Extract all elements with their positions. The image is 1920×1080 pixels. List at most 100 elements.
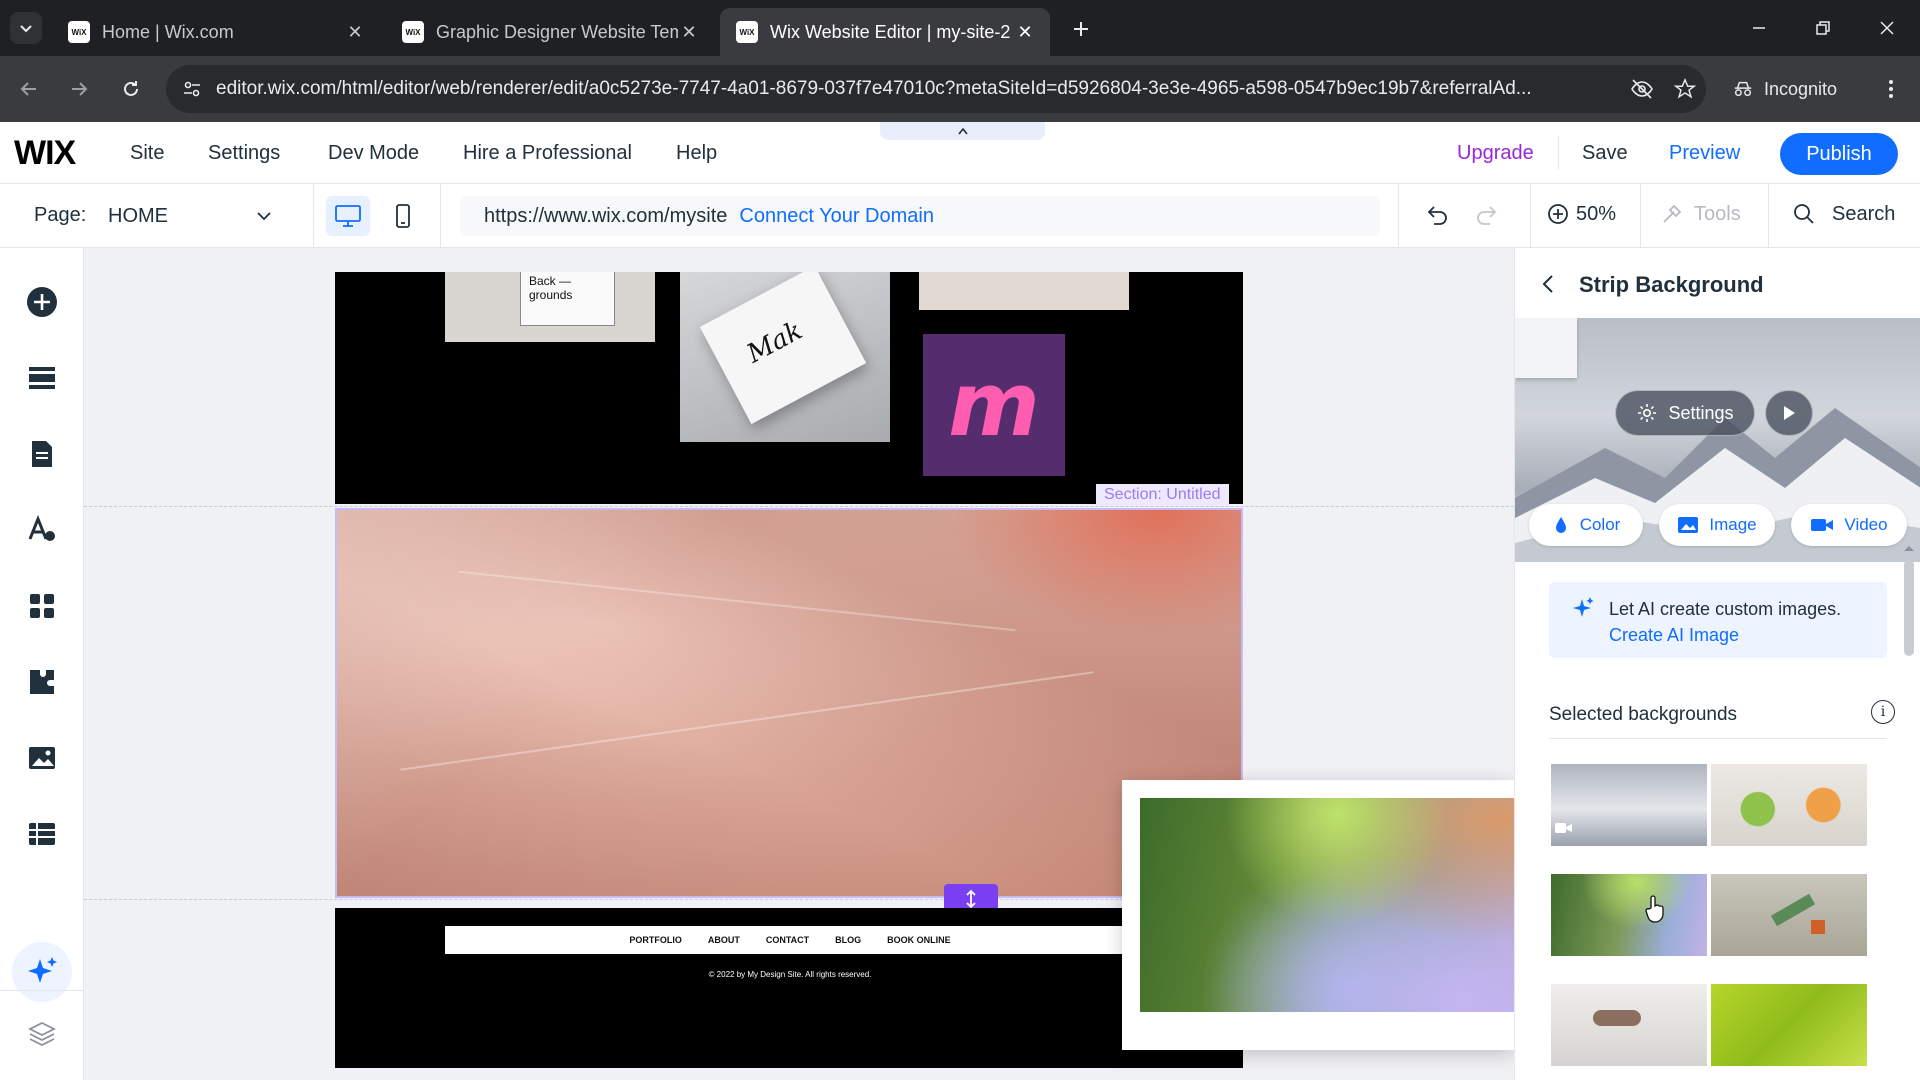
current-background-preview[interactable]: Settings Color Image Video bbox=[1515, 318, 1920, 562]
media-button[interactable] bbox=[22, 738, 62, 778]
background-settings-button[interactable]: Settings bbox=[1615, 390, 1755, 436]
connect-domain-link[interactable]: Connect Your Domain bbox=[739, 205, 934, 228]
panel-scrollbar[interactable] bbox=[1904, 560, 1914, 656]
ai-assistant-button[interactable] bbox=[12, 942, 72, 1002]
background-thumb-gradient-hovered[interactable] bbox=[1551, 874, 1707, 956]
footer-copyright: © 2022 by My Design Site. All rights res… bbox=[708, 970, 872, 979]
url-text: editor.wix.com/html/editor/web/renderer/… bbox=[216, 78, 1532, 99]
menu-settings[interactable]: Settings bbox=[208, 142, 280, 165]
sparkle-icon bbox=[1573, 597, 1594, 617]
minimize-button[interactable] bbox=[1728, 0, 1790, 56]
browser-address-bar: editor.wix.com/html/editor/web/renderer/… bbox=[0, 56, 1920, 122]
logo-tile[interactable]: m bbox=[923, 334, 1065, 476]
wix-logo[interactable]: WIX bbox=[14, 134, 76, 173]
background-preview-image bbox=[1140, 798, 1514, 1012]
scroll-up-arrow[interactable] bbox=[1903, 544, 1915, 552]
footer-nav-item[interactable]: BLOG bbox=[835, 935, 861, 945]
address-input[interactable]: editor.wix.com/html/editor/web/renderer/… bbox=[166, 65, 1706, 113]
background-thumb-green-glass[interactable] bbox=[1711, 984, 1867, 1066]
mockup-stationery[interactable] bbox=[919, 272, 1129, 310]
preview-button[interactable]: Preview bbox=[1669, 142, 1740, 165]
image-label: Image bbox=[1709, 515, 1757, 534]
divider bbox=[1640, 184, 1641, 248]
business-apps-button[interactable] bbox=[22, 662, 62, 702]
background-thumb-objects[interactable] bbox=[1711, 874, 1867, 956]
browser-tab-editor[interactable]: WiX Wix Website Editor | my-site-2 ✕ bbox=[720, 8, 1050, 56]
menu-dev-mode[interactable]: Dev Mode bbox=[328, 142, 419, 165]
footer-nav-item[interactable]: ABOUT bbox=[708, 935, 740, 945]
background-thumb-sleeper[interactable] bbox=[1551, 984, 1707, 1066]
sections-button[interactable] bbox=[22, 358, 62, 398]
zoom-button[interactable]: 50% bbox=[1546, 202, 1616, 226]
footer-section[interactable]: PORTFOLIO ABOUT CONTACT BLOG BOOK ONLINE… bbox=[335, 908, 1243, 1068]
apps-grid-icon bbox=[30, 594, 54, 618]
footer-nav-item[interactable]: CONTACT bbox=[766, 935, 809, 945]
theme-button[interactable] bbox=[22, 510, 62, 550]
section-name-label[interactable]: Section: Untitled bbox=[1096, 484, 1229, 506]
selected-backgrounds-heading: Selected backgrounds bbox=[1549, 704, 1738, 725]
publish-button[interactable]: Publish bbox=[1780, 133, 1898, 175]
site-settings-icon[interactable] bbox=[182, 79, 202, 99]
collapse-top-bar-handle[interactable] bbox=[880, 122, 1045, 140]
tab-search-button[interactable] bbox=[10, 12, 42, 44]
footer-nav-item[interactable]: PORTFOLIO bbox=[629, 935, 682, 945]
tools-button[interactable]: Tools bbox=[1660, 202, 1741, 226]
page-selector[interactable]: HOME bbox=[104, 196, 276, 236]
redo-button[interactable] bbox=[1474, 202, 1500, 228]
apps-button[interactable] bbox=[22, 586, 62, 626]
create-ai-image-link[interactable]: Create AI Image bbox=[1609, 625, 1739, 645]
object-shape bbox=[1593, 1010, 1641, 1026]
pages-button[interactable] bbox=[22, 434, 62, 474]
search-button[interactable]: Search bbox=[1792, 202, 1895, 226]
browser-tab-home[interactable]: WiX Home | Wix.com ✕ bbox=[52, 8, 380, 56]
video-label: Video bbox=[1844, 515, 1888, 534]
new-tab-button[interactable] bbox=[1066, 14, 1096, 44]
undo-button[interactable] bbox=[1424, 202, 1450, 228]
tools-label: Tools bbox=[1694, 202, 1741, 225]
cms-button[interactable] bbox=[22, 814, 62, 854]
back-button[interactable] bbox=[1541, 274, 1555, 294]
save-button[interactable]: Save bbox=[1582, 142, 1628, 165]
browser-tab-templates[interactable]: WiX Graphic Designer Website Temp ✕ bbox=[386, 8, 714, 56]
add-elements-button[interactable] bbox=[22, 282, 62, 322]
background-thumb-mountains[interactable] bbox=[1551, 764, 1707, 846]
zoom-in-icon bbox=[1548, 204, 1568, 224]
close-icon[interactable]: ✕ bbox=[1014, 21, 1036, 43]
eye-off-icon[interactable] bbox=[1630, 77, 1654, 101]
page-label: Page: bbox=[34, 204, 87, 226]
image-background-button[interactable]: Image bbox=[1659, 504, 1775, 546]
color-background-button[interactable]: Color bbox=[1529, 504, 1643, 546]
background-thumb-citrus[interactable] bbox=[1711, 764, 1867, 846]
strip-background-panel: Strip Background Settings Color Image Vi… bbox=[1514, 248, 1920, 1080]
restore-button[interactable] bbox=[1792, 0, 1854, 56]
menu-site[interactable]: Site bbox=[130, 142, 164, 165]
incognito-indicator[interactable]: Incognito bbox=[1722, 65, 1847, 113]
editor-canvas[interactable]: Back — grounds Mak m Section: Untitled P… bbox=[84, 248, 1514, 1080]
forward-button[interactable] bbox=[60, 70, 98, 108]
browser-menu-button[interactable] bbox=[1872, 70, 1910, 108]
layers-button[interactable] bbox=[22, 1014, 62, 1054]
sections-icon bbox=[29, 367, 55, 389]
close-icon[interactable]: ✕ bbox=[344, 21, 366, 43]
site-url-bar[interactable]: https://www.wix.com/mysite Connect Your … bbox=[460, 196, 1380, 236]
mobile-view-button[interactable] bbox=[386, 196, 420, 236]
mockup-card-backgrounds[interactable]: Back — grounds bbox=[445, 272, 655, 342]
ai-create-text: Let AI create custom images. bbox=[1609, 599, 1842, 619]
menu-hire-professional[interactable]: Hire a Professional bbox=[463, 142, 632, 165]
upgrade-button[interactable]: Upgrade bbox=[1457, 142, 1534, 165]
wix-favicon-icon: WiX bbox=[402, 21, 424, 43]
video-background-button[interactable]: Video bbox=[1791, 504, 1907, 546]
back-button[interactable] bbox=[10, 70, 48, 108]
gallery-section[interactable]: Back — grounds Mak m bbox=[335, 272, 1243, 504]
menu-help[interactable]: Help bbox=[676, 142, 717, 165]
strip-section-selected[interactable] bbox=[335, 508, 1243, 898]
reload-button[interactable] bbox=[112, 70, 150, 108]
close-window-button[interactable] bbox=[1856, 0, 1918, 56]
play-preview-button[interactable] bbox=[1765, 390, 1813, 436]
info-icon[interactable]: i bbox=[1871, 700, 1895, 724]
footer-nav-item[interactable]: BOOK ONLINE bbox=[887, 935, 951, 945]
mockup-business-cards[interactable]: Mak bbox=[680, 272, 890, 442]
close-icon[interactable]: ✕ bbox=[678, 21, 700, 43]
desktop-view-button[interactable] bbox=[326, 196, 370, 236]
star-icon[interactable] bbox=[1674, 78, 1696, 100]
